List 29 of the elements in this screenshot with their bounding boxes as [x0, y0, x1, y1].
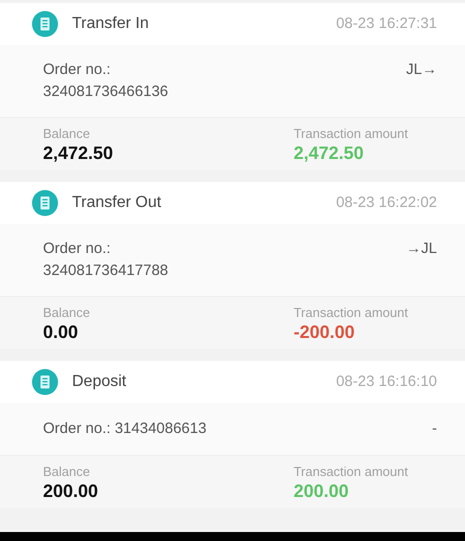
balance-label: Balance	[43, 464, 91, 480]
receipt-icon	[32, 190, 58, 216]
transaction-time: 08-23 16:16:10	[336, 372, 437, 392]
transaction-time: 08-23 16:27:31	[336, 14, 437, 34]
amount-value: -200.00	[294, 321, 356, 343]
balance-label: Balance	[43, 305, 90, 321]
balance-label: Balance	[43, 126, 91, 142]
transaction-type: Transfer In	[72, 14, 149, 34]
order-number: 324081736417788	[43, 261, 168, 281]
transaction-type: Deposit	[72, 372, 126, 392]
order-label: Order no.:	[43, 60, 112, 80]
receipt-icon	[32, 11, 58, 37]
order-number: Order no.: 31434086613	[43, 420, 206, 437]
receipt-icon	[32, 369, 58, 395]
counterparty: →JL	[406, 239, 437, 259]
amount-label: Transaction amount	[294, 464, 408, 480]
transaction-type: Transfer Out	[72, 193, 162, 213]
balance-value: 2,472.50	[43, 142, 114, 164]
order-label: Order no.:	[43, 239, 112, 259]
amount-value: 200.00	[294, 480, 350, 502]
amount-label: Transaction amount	[294, 126, 408, 142]
balance-value: 0.00	[43, 321, 80, 343]
balance-value: 200.00	[43, 480, 98, 502]
counterparty: -	[432, 419, 437, 439]
transaction-time: 08-23 16:22:02	[336, 192, 437, 213]
counterparty: JL→	[406, 60, 437, 80]
amount-value: 2,472.50	[294, 142, 365, 164]
order-number: 324081736466136	[43, 82, 168, 102]
amount-label: Transaction amount	[294, 305, 408, 321]
